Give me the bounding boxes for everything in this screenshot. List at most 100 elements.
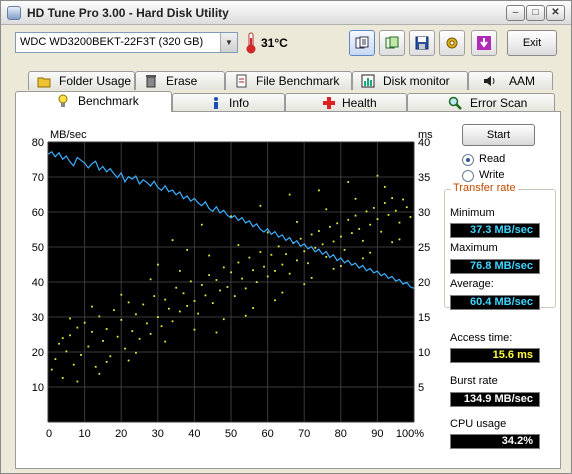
access-time-point	[135, 313, 137, 316]
access-time-point	[157, 316, 159, 318]
tab-health[interactable]: Health	[285, 93, 407, 112]
help-icon	[477, 36, 491, 50]
x-tick-label: 10	[78, 428, 90, 440]
burst-rate-value: 134.9 MB/sec	[450, 392, 540, 407]
access-time-point	[189, 280, 192, 283]
access-time-point	[200, 284, 203, 286]
access-time-point	[200, 223, 203, 226]
access-time-point	[98, 372, 101, 375]
access-time-point	[248, 256, 251, 259]
access-time-point	[61, 377, 64, 379]
access-time-point	[197, 312, 200, 315]
access-time-point	[281, 263, 284, 266]
access-time-value: 15.6 ms	[450, 348, 540, 363]
access-time-point	[241, 277, 243, 280]
access-time-point	[175, 286, 178, 289]
help-button[interactable]	[471, 30, 497, 56]
access-time-point	[340, 265, 342, 267]
tab-label: File Benchmark	[256, 74, 340, 88]
tab-file-benchmark[interactable]: File Benchmark	[225, 71, 352, 90]
access-time-point	[131, 330, 134, 332]
read-radio[interactable]: Read	[462, 153, 552, 167]
tab-label: AAM	[509, 74, 536, 88]
x-tick-label: 30	[152, 428, 164, 440]
access-time-point	[288, 193, 291, 196]
thermometer-icon	[246, 32, 256, 54]
access-time-point	[193, 300, 196, 302]
access-time-point	[398, 238, 401, 241]
access-time-point	[303, 283, 306, 286]
access-time-point	[405, 206, 408, 209]
magnifier-icon	[448, 96, 462, 110]
write-radio[interactable]: Write	[462, 169, 552, 183]
access-time-point	[387, 214, 390, 216]
speaker-icon	[484, 76, 495, 86]
access-time-point	[50, 368, 53, 371]
x-tick-label: 20	[115, 428, 127, 440]
tab-aam[interactable]: AAM	[468, 71, 553, 90]
cpu-usage-value: 34.2%	[450, 434, 540, 449]
tab-benchmark[interactable]: Benchmark	[15, 91, 172, 112]
minimum-label: Minimum	[450, 207, 495, 219]
tab-label: Folder Usage	[59, 74, 132, 88]
copy-info-button[interactable]	[349, 30, 375, 56]
write-label: Write	[479, 169, 505, 181]
title-bar[interactable]: HD Tune Pro 3.00 - Hard Disk Utility – □…	[1, 1, 571, 25]
minimum-value: 37.3 MB/sec	[450, 223, 540, 238]
access-time-point	[105, 328, 108, 330]
tab-disk-monitor[interactable]: Disk monitor	[352, 71, 468, 90]
exit-button[interactable]: Exit	[507, 30, 557, 56]
tab-error-scan[interactable]: Error Scan	[407, 93, 555, 112]
y2-tick-label: 25	[418, 242, 430, 254]
x-tick-label: 70	[298, 428, 310, 440]
access-time-point	[83, 321, 86, 324]
access-time-point	[376, 174, 379, 177]
access-time-point	[186, 249, 189, 251]
access-time-point	[259, 251, 262, 253]
tab-erase[interactable]: Erase	[135, 71, 225, 90]
access-time-point	[102, 340, 104, 342]
tab-info[interactable]: Info	[172, 93, 285, 112]
access-time-point	[135, 351, 137, 354]
minimize-button[interactable]: –	[506, 5, 525, 21]
access-time-point	[113, 309, 115, 311]
close-button[interactable]: ✕	[546, 5, 565, 21]
access-time-point	[263, 265, 265, 268]
access-time-point	[237, 244, 240, 246]
access-time-point	[124, 347, 126, 350]
tab-folder-usage[interactable]: Folder Usage	[28, 71, 135, 90]
access-time-point	[321, 243, 324, 246]
access-time-point	[233, 295, 236, 297]
app-icon	[7, 6, 21, 20]
y2-tick-label: 5	[418, 382, 424, 394]
access-time-point	[164, 298, 167, 301]
options-icon	[446, 37, 458, 49]
access-time-point	[204, 294, 207, 297]
y-tick-label: 50	[32, 242, 44, 254]
save-button[interactable]	[409, 30, 435, 56]
file-icon	[236, 74, 247, 88]
maximize-button[interactable]: □	[526, 5, 545, 21]
chevron-down-icon[interactable]: ▼	[220, 33, 237, 52]
access-time-point	[270, 253, 273, 256]
x-tick-label: 0	[46, 428, 52, 440]
tab-label: Info	[229, 96, 250, 110]
access-time-point	[222, 266, 225, 269]
y2-tick-label: 30	[418, 207, 430, 219]
access-time-point	[310, 277, 313, 279]
read-radio-dot[interactable]	[462, 154, 474, 166]
drive-dropdown[interactable]: WDC WD3200BEKT-22F3T (320 GB) ▼	[15, 32, 238, 53]
access-time-point	[376, 218, 379, 220]
access-time-point	[178, 310, 181, 313]
write-radio-dot[interactable]	[462, 170, 474, 182]
y-tick-label: 30	[32, 312, 44, 324]
copy-screenshot-button[interactable]	[379, 30, 405, 56]
access-time-point	[186, 305, 189, 307]
options-button[interactable]	[439, 30, 465, 56]
access-time-point	[343, 249, 346, 251]
access-time-point	[127, 359, 130, 362]
access-time-point	[347, 181, 350, 183]
access-time-point	[160, 325, 163, 328]
start-button[interactable]: Start	[462, 124, 535, 146]
x-tick-label: 100%	[396, 428, 424, 440]
